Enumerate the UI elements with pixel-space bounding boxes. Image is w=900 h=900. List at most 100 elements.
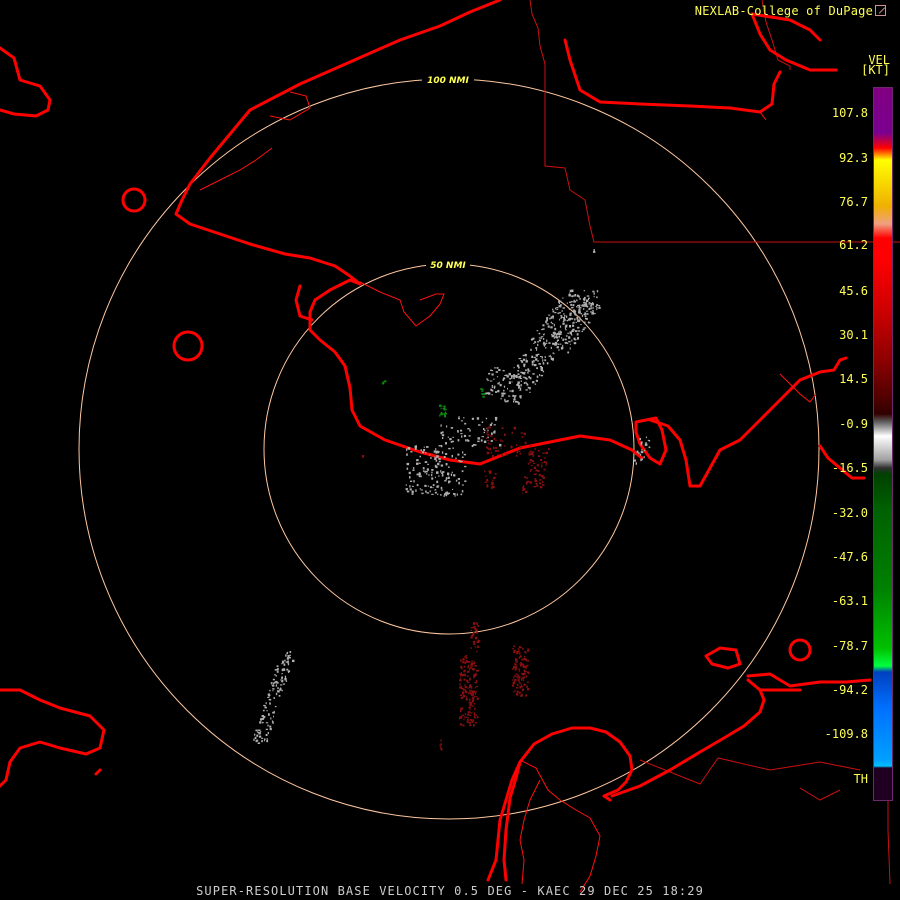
echo-pixel <box>578 319 581 322</box>
echo-pixel <box>265 722 269 724</box>
echo-pixel <box>462 692 465 695</box>
echo-pixel <box>515 454 518 457</box>
echo-pixel <box>425 470 428 473</box>
echo-pixel <box>468 701 471 704</box>
echo-pixel <box>513 651 515 654</box>
echo-pixel <box>521 492 523 494</box>
echo-pixel <box>381 382 385 385</box>
echo-pixel <box>571 334 573 336</box>
echo-pixel <box>523 365 526 368</box>
echo-pixel <box>491 481 494 484</box>
echo-pixel <box>493 430 496 432</box>
echo-pixel <box>440 431 443 435</box>
echo-pixel <box>497 389 500 392</box>
echo-pixel <box>495 371 499 373</box>
echo-pixel <box>551 334 553 336</box>
echo-pixel <box>464 422 467 425</box>
echo-pixel <box>444 453 448 455</box>
echo-pixel <box>560 300 562 303</box>
echo-pixel <box>406 453 408 456</box>
echo-pixel <box>568 319 571 321</box>
echo-pixel <box>588 297 590 299</box>
echo-pixel <box>534 448 536 450</box>
echo-pixel <box>524 377 526 379</box>
echo-pixel <box>527 671 530 674</box>
echo-pixel <box>268 713 270 716</box>
echo-pixel <box>583 313 586 316</box>
echo-pixel <box>285 680 288 682</box>
echo-pixel <box>574 339 577 341</box>
echo-pixel <box>513 645 515 647</box>
echo-pixel <box>525 389 528 391</box>
echo-pixel <box>465 679 469 682</box>
echo-pixel <box>441 474 444 477</box>
echo-pixel <box>512 648 514 650</box>
echo-pixel <box>472 690 476 693</box>
echo-pixel <box>457 439 460 442</box>
echo-pixel <box>647 439 649 442</box>
echo-pixel <box>461 484 464 486</box>
echo-pixel <box>583 305 586 307</box>
echo-pixel <box>279 684 283 686</box>
echo-pixel <box>435 450 437 452</box>
echo-pixel <box>489 380 493 382</box>
echo-pixel <box>460 659 462 662</box>
echo-pixel <box>405 484 407 486</box>
echo-pixel <box>468 686 471 689</box>
echo-pixel <box>556 336 559 339</box>
echo-pixel <box>532 381 535 384</box>
credit-banner: NEXLAB-College of DuPage <box>695 4 886 18</box>
echo-pixel <box>520 694 523 697</box>
echo-pixel <box>521 658 524 661</box>
echo-pixel <box>507 400 509 403</box>
echo-pixel <box>462 451 464 454</box>
echo-pixel <box>515 661 518 663</box>
echo-pixel <box>516 659 518 662</box>
echo-pixel <box>459 460 462 463</box>
echo-pixel <box>556 308 559 310</box>
echo-pixel <box>256 734 259 737</box>
legend-label: -0.9 <box>839 417 868 431</box>
echo-pixel <box>533 359 535 363</box>
echo-pixel <box>419 488 421 490</box>
echo-pixel <box>529 481 532 484</box>
echo-pixel <box>457 418 461 420</box>
echo-pixel <box>532 462 536 464</box>
echo-pixel <box>562 297 564 299</box>
echo-pixel <box>560 315 562 317</box>
echo-pixel <box>545 464 547 466</box>
echo-pixel <box>574 294 577 297</box>
echo-pixel <box>469 714 471 716</box>
echo-pixel <box>483 431 485 434</box>
echo-pixel <box>431 474 433 477</box>
echo-pixel <box>414 447 417 450</box>
radar-display: 50 NMI 100 NMI NEXLAB-College of DuPage … <box>0 0 900 900</box>
echo-pixel <box>473 676 475 679</box>
echo-pixel <box>503 385 506 388</box>
echo-pixel <box>461 435 463 438</box>
echo-pixel <box>569 343 571 345</box>
echo-pixel <box>446 492 449 495</box>
echo-pixel <box>273 697 275 699</box>
echo-pixel <box>419 455 421 458</box>
echo-pixel <box>428 474 430 476</box>
echo-pixel <box>542 452 545 454</box>
echo-pixel <box>459 723 463 726</box>
echo-pixel <box>567 351 570 354</box>
echo-pixel <box>523 371 526 373</box>
echo-pixel <box>515 667 517 669</box>
echo-pixel <box>434 476 436 478</box>
echo-pixel <box>273 684 275 687</box>
echo-pixel <box>472 631 475 634</box>
echo-pixel <box>443 456 446 458</box>
echo-pixel <box>459 683 461 686</box>
echo-pixel <box>463 718 465 721</box>
echo-pixel <box>516 444 518 446</box>
echo-pixel <box>436 480 439 484</box>
echo-pixel <box>272 711 275 714</box>
echo-pixel <box>440 486 443 490</box>
echo-pixel <box>453 493 456 495</box>
echo-pixel <box>525 358 527 360</box>
echo-pixel <box>512 679 514 681</box>
echo-pixel <box>453 474 456 477</box>
